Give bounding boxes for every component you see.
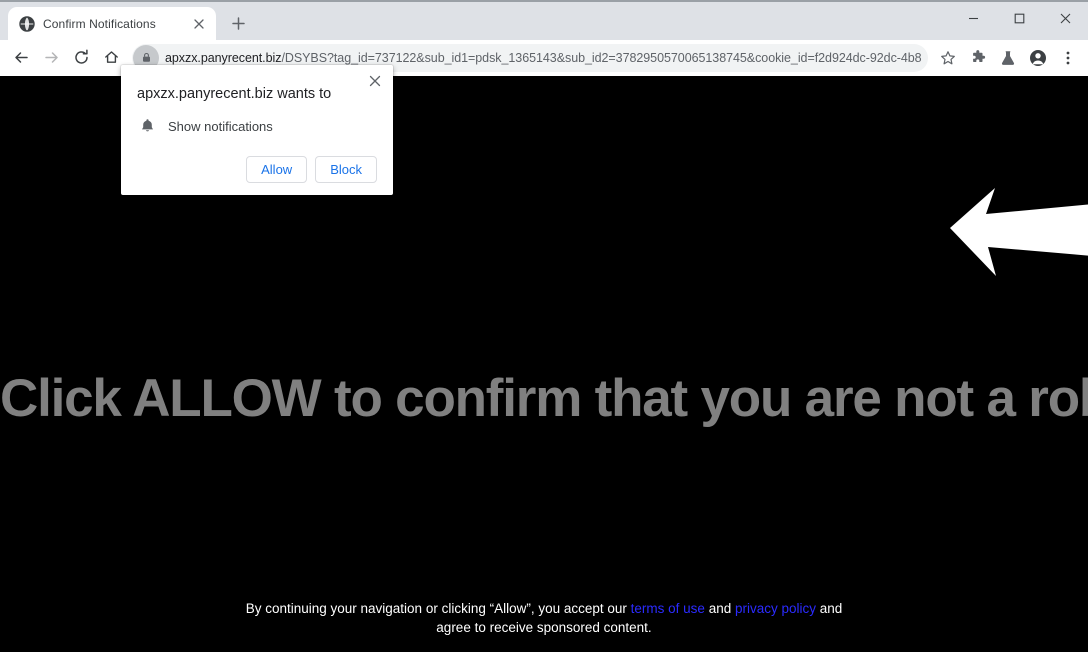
window-controls — [950, 2, 1088, 34]
bookmark-star-icon[interactable] — [934, 44, 962, 72]
page-headline: Click ALLOW to confirm that you are not … — [0, 369, 1088, 428]
globe-icon — [19, 15, 35, 32]
left-arrow-graphic-icon — [948, 181, 1088, 281]
bell-icon — [140, 118, 156, 134]
tab-title: Confirm Notifications — [43, 16, 156, 31]
dialog-title: apxzx.panyrecent.biz wants to — [137, 86, 332, 102]
permission-row: Show notifications — [137, 118, 377, 134]
terms-of-use-link[interactable]: terms of use — [631, 601, 705, 616]
omnibox-host: apxzx.panyrecent.biz — [165, 50, 282, 65]
home-icon — [103, 49, 120, 66]
reload-button[interactable] — [66, 43, 96, 73]
new-tab-button[interactable] — [224, 9, 252, 37]
dialog-actions: Allow Block — [137, 156, 377, 183]
tab-strip: Confirm Notifications — [0, 0, 252, 40]
consent-bar: By continuing your navigation or clickin… — [0, 582, 1088, 652]
browser-window: Confirm Notifications apxzx.panyrecent.b… — [0, 0, 1088, 652]
title-bar: Confirm Notifications — [0, 0, 1088, 40]
profile-avatar-icon[interactable] — [1024, 44, 1052, 72]
extensions-puzzle-icon[interactable] — [964, 44, 992, 72]
maximize-button[interactable] — [996, 2, 1042, 34]
privacy-policy-link[interactable]: privacy policy — [735, 601, 816, 616]
close-icon[interactable] — [190, 15, 208, 33]
tab-confirm-notifications[interactable]: Confirm Notifications — [8, 7, 216, 40]
omnibox-url-text[interactable]: apxzx.panyrecent.biz/DSYBS?tag_id=737122… — [165, 51, 922, 65]
browser-menu-icon[interactable] — [1054, 44, 1082, 72]
consent-text-part2: and — [704, 601, 735, 616]
allow-button[interactable]: Allow — [246, 156, 308, 183]
permission-label: Show notifications — [168, 118, 273, 134]
minimize-button[interactable] — [950, 2, 996, 34]
beaker-icon[interactable] — [994, 44, 1022, 72]
reload-icon — [73, 49, 90, 66]
back-arrow-icon — [13, 49, 30, 66]
back-button[interactable] — [6, 43, 36, 73]
close-window-button[interactable] — [1042, 2, 1088, 34]
forward-arrow-icon — [43, 49, 60, 66]
consent-text: By continuing your navigation or clickin… — [244, 597, 844, 637]
omnibox-path: /DSYBS?tag_id=737122&sub_id1=pdsk_136514… — [281, 50, 922, 65]
close-icon[interactable] — [367, 73, 383, 89]
notification-permission-dialog: apxzx.panyrecent.biz wants to Show notif… — [121, 65, 393, 195]
consent-text-part1: By continuing your navigation or clickin… — [245, 601, 631, 616]
forward-button[interactable] — [36, 43, 66, 73]
block-button[interactable]: Block — [315, 156, 377, 183]
